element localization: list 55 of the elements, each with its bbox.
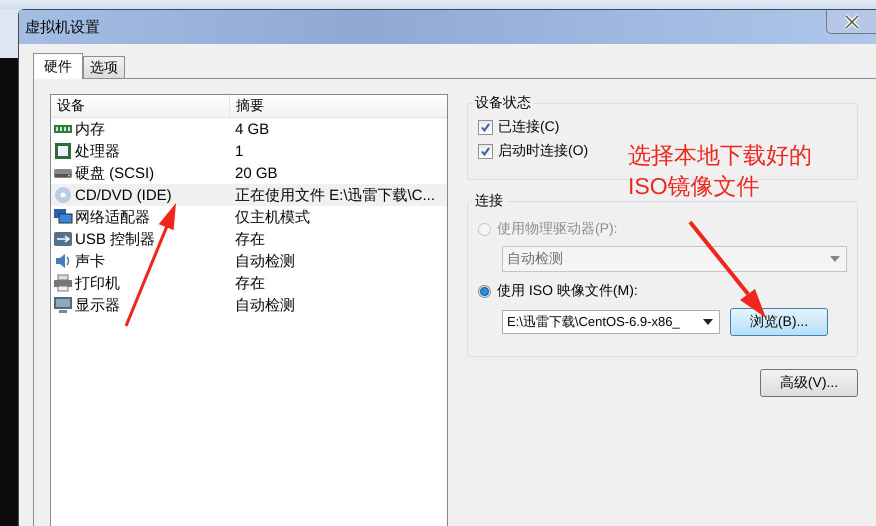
device-row[interactable]: 网络适配器 仅主机模式 xyxy=(51,206,447,228)
device-name: 声卡 xyxy=(75,252,105,270)
radio-button[interactable] xyxy=(478,284,491,298)
device-summary: 自动检测 xyxy=(234,296,295,314)
device-name: USB 控制器 xyxy=(75,230,156,248)
advanced-button[interactable]: 高级(V)... xyxy=(760,369,858,397)
device-row[interactable]: 处理器 1 xyxy=(51,140,447,162)
device-row[interactable]: USB 控制器 存在 xyxy=(51,228,447,250)
device-row[interactable]: 声卡 自动检测 xyxy=(51,250,447,272)
tab[interactable]: 选项 xyxy=(83,56,125,78)
device-row[interactable]: CD/DVD (IDE) 正在使用文件 E:\迅雷下载\C... xyxy=(51,184,447,206)
device-row[interactable]: 硬盘 (SCSI) 20 GB xyxy=(51,162,447,184)
device-summary: 1 xyxy=(234,142,244,160)
monitor-icon xyxy=(53,296,73,314)
device-summary: 存在 xyxy=(234,230,265,248)
device-name: 网络适配器 xyxy=(75,208,150,226)
checkbox[interactable] xyxy=(478,120,493,134)
device-summary: 仅主机模式 xyxy=(234,208,310,226)
network-icon xyxy=(53,208,73,226)
group-title: 设备状态 xyxy=(474,94,532,112)
usb-icon xyxy=(53,230,73,248)
browse-button[interactable]: 浏览(B)... xyxy=(730,308,828,336)
device-summary: 自动检测 xyxy=(234,252,295,270)
radio-label: 使用物理驱动器(P): xyxy=(497,220,618,238)
column-header[interactable]: 设备 xyxy=(51,95,230,117)
checkbox-label: 已连接(C) xyxy=(498,118,560,136)
disc-icon xyxy=(53,186,73,204)
iso-path-field[interactable]: E:\迅雷下载\CentOS-6.9-x86_ xyxy=(502,310,720,334)
close-button[interactable] xyxy=(826,10,876,34)
checkbox[interactable] xyxy=(478,144,493,158)
device-name: 硬盘 (SCSI) xyxy=(75,164,154,182)
device-summary: 20 GB xyxy=(234,164,278,182)
tab[interactable]: 硬件 xyxy=(33,53,83,79)
dropdown-arrow-icon xyxy=(703,319,713,325)
close-icon xyxy=(844,14,860,28)
window-title: 虚拟机设置 xyxy=(24,18,100,36)
device-name: 内存 xyxy=(75,120,105,138)
device-summary: 4 GB xyxy=(234,120,270,138)
group-title: 连接 xyxy=(474,192,504,210)
radio-label: 使用 ISO 映像文件(M): xyxy=(497,282,638,300)
dropdown-arrow-icon xyxy=(830,256,840,262)
device-name: 处理器 xyxy=(75,142,120,160)
device-row[interactable]: 内存 4 GB xyxy=(51,118,447,140)
device-summary: 存在 xyxy=(234,274,265,292)
device-row[interactable]: 打印机 存在 xyxy=(51,272,447,294)
device-name: CD/DVD (IDE) xyxy=(75,186,172,204)
checkbox-label: 启动时连接(O) xyxy=(498,142,588,160)
device-row[interactable]: 显示器 自动检测 xyxy=(51,294,447,316)
device-name: 打印机 xyxy=(75,274,120,292)
device-name: 显示器 xyxy=(75,296,120,314)
printer-icon xyxy=(53,274,73,292)
chip-icon xyxy=(53,142,73,160)
annotation-text: 选择本地下载好的 ISO镜像文件 xyxy=(628,141,812,201)
column-header[interactable]: 摘要 xyxy=(230,95,264,117)
device-summary: 正在使用文件 E:\迅雷下载\C... xyxy=(234,186,436,204)
